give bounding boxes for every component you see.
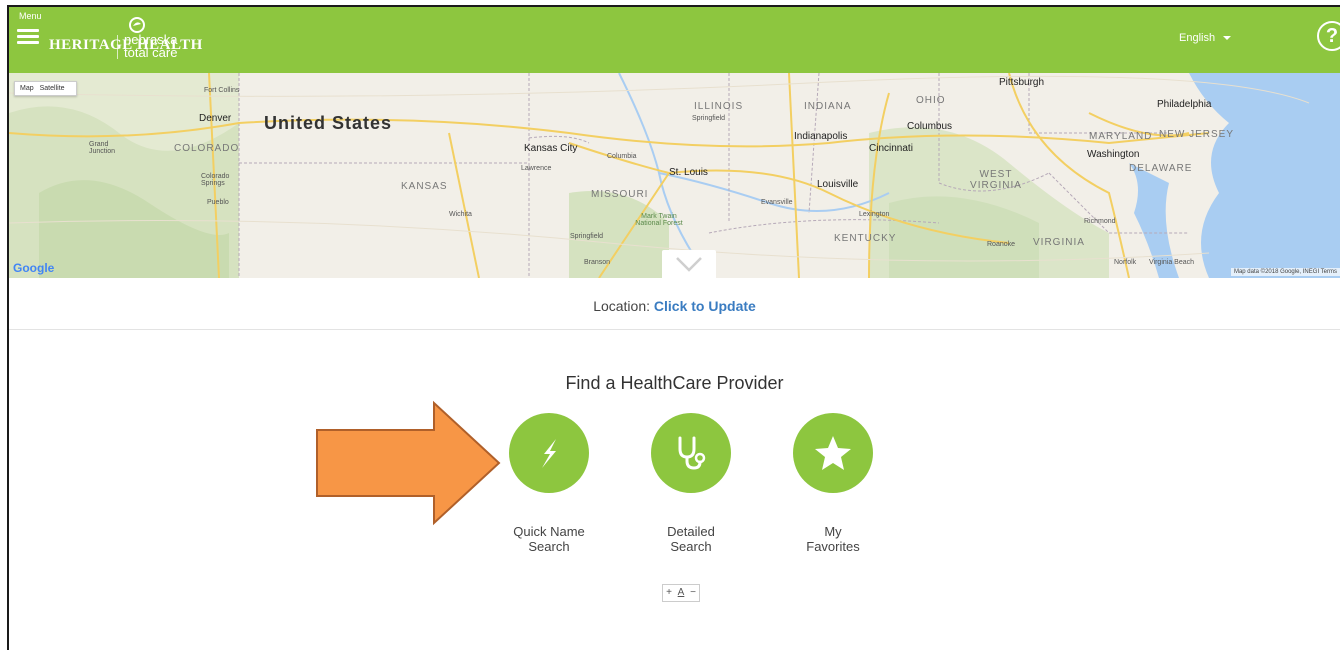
quick-name-search-button[interactable]: Quick Name Search — [499, 413, 599, 554]
map-label: OHIO — [916, 95, 946, 106]
map-label: Columbus — [907, 121, 953, 132]
map-label: COLORADO — [174, 143, 240, 154]
map-label: NEW JERSEY — [1159, 129, 1235, 140]
quick-name-search-circle[interactable] — [509, 413, 589, 493]
map-label: Richmond — [1084, 218, 1116, 225]
update-location-link[interactable]: Click to Update — [654, 298, 756, 314]
chevron-down-icon — [676, 257, 702, 272]
map-label: Springfield — [692, 115, 726, 122]
option-label-line: Quick Name — [513, 524, 585, 539]
language-label: English — [1179, 32, 1216, 44]
my-favorites-button[interactable]: My Favorites — [783, 413, 883, 554]
my-favorites-label: My Favorites — [783, 524, 883, 554]
detailed-search-circle[interactable] — [651, 413, 731, 493]
page-title: Find a HealthCare Provider — [565, 373, 784, 393]
map-label: Colorado Springs — [201, 173, 230, 187]
lightning-bolt-icon — [542, 439, 556, 468]
map-label: Columbia — [607, 153, 637, 160]
menu-label: Menu — [19, 11, 42, 21]
top-header: Menu HERITAGE HEALTH nebraska total care… — [9, 7, 1340, 73]
map-attribution[interactable]: Map data ©2018 Google, INEGI Terms — [1230, 268, 1340, 276]
map-view[interactable]: Map Satellite Fort Collins Denver COLORAD… — [9, 73, 1340, 278]
collapse-map-button[interactable] — [662, 250, 716, 278]
map-label: KANSAS — [401, 181, 448, 192]
my-favorites-circle[interactable] — [793, 413, 873, 493]
map-label: MARYLAND — [1089, 131, 1153, 142]
option-label-line: Detailed — [667, 524, 715, 539]
map-label: Kansas City — [524, 143, 578, 154]
map-label: VIRGINIA — [1033, 237, 1085, 248]
map-label: Springfield — [570, 233, 604, 240]
map-label: DELAWARE — [1129, 163, 1193, 174]
map-label: WEST VIRGINIA — [970, 169, 1022, 191]
map-country-label: United States — [264, 113, 393, 133]
detailed-search-label: Detailed Search — [641, 524, 741, 554]
increase-font-button[interactable]: + — [663, 585, 675, 601]
language-selector[interactable]: English — [1179, 32, 1232, 44]
map-label: Mark Twain National Forest — [635, 213, 683, 227]
hamburger-menu-icon[interactable] — [17, 29, 39, 47]
map-label: Louisville — [817, 179, 859, 190]
map-label: Pueblo — [207, 199, 229, 206]
location-prefix: Location: — [593, 298, 651, 314]
nebraska-total-care-logo: nebraska total care — [124, 33, 177, 59]
star-icon — [815, 436, 851, 470]
reset-font-button[interactable]: A — [675, 585, 687, 601]
option-label-line: Search — [670, 539, 712, 554]
map-label: Norfolk — [1114, 259, 1137, 266]
map-label: KENTUCKY — [834, 233, 897, 244]
map-label: Washington — [1087, 149, 1140, 160]
map-type-map[interactable]: Map — [20, 85, 34, 92]
map-label: Lawrence — [521, 165, 552, 172]
chevron-down-icon — [1223, 36, 1232, 41]
map-label: Fort Collins — [204, 87, 240, 94]
annotation-arrow-icon — [316, 400, 501, 526]
map-label: MISSOURI — [591, 189, 649, 200]
map-label: St. Louis — [669, 167, 708, 178]
map-label: Cincinnati — [869, 143, 913, 154]
logo-divider — [117, 35, 118, 59]
map-type-toggle[interactable]: Map Satellite — [14, 81, 77, 96]
map-label: ILLINOIS — [694, 101, 744, 112]
detailed-search-button[interactable]: Detailed Search — [641, 413, 741, 554]
map-label: Wichita — [449, 211, 472, 218]
location-text: Location: Click to Update — [9, 298, 1340, 314]
map-label: Lexington — [859, 211, 890, 218]
map-label: Philadelphia — [1157, 99, 1212, 110]
map-label: Pittsburgh — [999, 77, 1045, 88]
map-type-satellite[interactable]: Satellite — [40, 85, 65, 92]
stethoscope-icon — [678, 436, 706, 470]
logo-line-2: total care — [124, 45, 178, 60]
font-size-controls: + A − — [662, 584, 700, 602]
nebraska-leaf-icon — [129, 17, 145, 33]
map-label: Roanoke — [987, 241, 1016, 248]
map-label: Evansville — [761, 199, 793, 206]
app-frame: Menu HERITAGE HEALTH nebraska total care… — [7, 5, 1340, 650]
option-label-line: Favorites — [806, 539, 860, 554]
option-label-line: Search — [528, 539, 570, 554]
map-label: Denver — [199, 113, 232, 124]
decrease-font-button[interactable]: − — [687, 585, 699, 601]
location-bar: Location: Click to Update — [9, 278, 1340, 330]
help-icon[interactable]: ? — [1317, 21, 1340, 51]
map-label: Indianapolis — [794, 131, 848, 142]
quick-name-search-label: Quick Name Search — [499, 524, 599, 554]
map-label: INDIANA — [804, 101, 852, 112]
google-logo: Google — [13, 261, 55, 275]
option-label-line: My — [824, 524, 842, 539]
map-label: Virginia Beach — [1149, 259, 1195, 266]
map-label: Branson — [584, 259, 611, 266]
map-label: Grand Junction — [89, 141, 116, 155]
